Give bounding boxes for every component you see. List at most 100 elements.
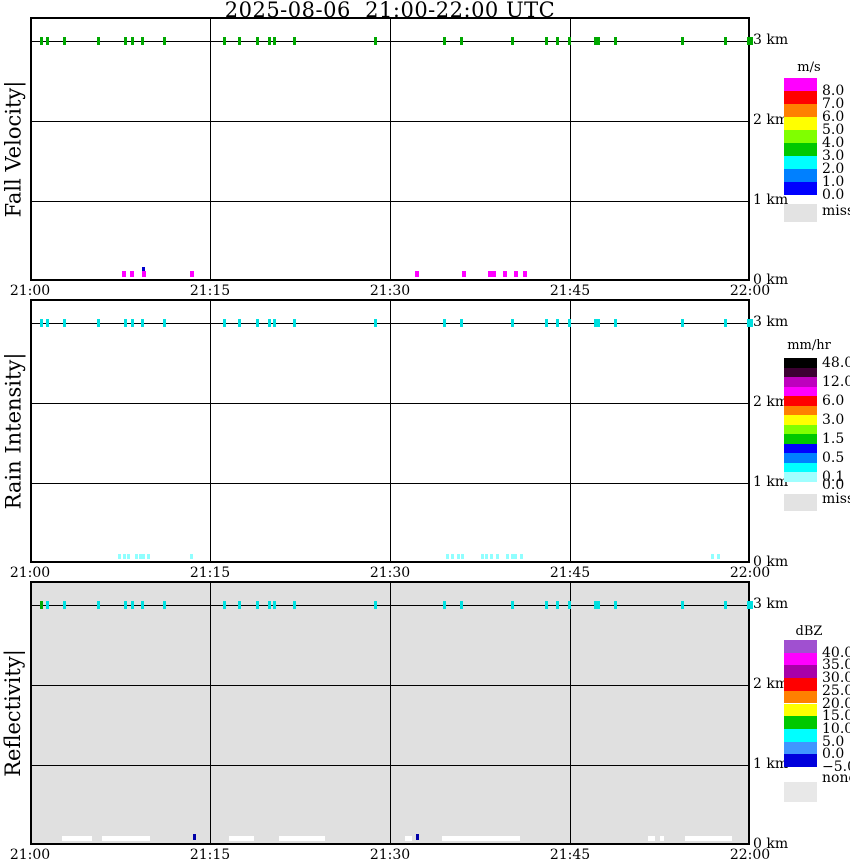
echo-near-3km — [238, 319, 242, 327]
altitude-tick-label: 3 km — [753, 596, 789, 612]
echo-near-3km — [272, 319, 276, 327]
echo-near-3km — [222, 37, 226, 45]
echo-near-3km — [272, 37, 276, 45]
surface-echoes-palecyan — [142, 554, 146, 560]
echo-near-3km — [568, 37, 572, 45]
colorbar-miss-label: miss — [822, 203, 850, 219]
colorbar-miss-block — [784, 204, 817, 222]
surface-no-echo-white — [405, 836, 413, 842]
plot-area-fall-velocity — [30, 17, 753, 281]
surface-echoes-palecyan — [480, 554, 484, 560]
colorbar-block — [784, 405, 817, 415]
gridline-vertical — [210, 19, 211, 279]
surface-echoes-magenta — [487, 270, 496, 277]
echo-near-3km — [510, 601, 514, 609]
surface-no-echo-white — [442, 836, 521, 842]
surface-echoes-palecyan — [450, 554, 454, 560]
surface-echoes-palecyan — [126, 554, 130, 560]
surface-echoes-magenta — [141, 270, 146, 277]
echo-near-3km — [724, 37, 728, 45]
colorbar-block — [784, 472, 817, 482]
colorbar-miss-label: miss — [822, 491, 850, 507]
echo-near-3km — [373, 319, 377, 327]
gridline-vertical — [390, 19, 391, 279]
echo-near-3km — [62, 601, 66, 609]
echo-near-3km — [222, 601, 226, 609]
surface-no-echo-white — [659, 836, 665, 842]
echo-near-3km — [293, 319, 297, 327]
surface-echoes-magenta — [462, 270, 466, 277]
gridline-horizontal — [32, 403, 748, 404]
echo-near-3km — [62, 37, 66, 45]
gridline-vertical — [570, 19, 571, 279]
echo-near-3km — [460, 37, 464, 45]
x-tick-label: 21:00 — [9, 283, 51, 299]
y-axis-label-rain-intensity: Rain Intensity| — [1, 352, 26, 510]
echo-near-3km — [373, 601, 377, 609]
colorbar-block — [784, 78, 817, 91]
colorbar-value-label: 12.0 — [822, 373, 850, 390]
colorbar-title-reflectivity: dBZ — [795, 624, 823, 639]
colorbar-miss-block — [784, 782, 817, 802]
surface-no-echo-white — [228, 836, 254, 842]
echo-near-3km — [268, 601, 272, 609]
colorbar-block — [784, 367, 817, 377]
echo-near-3km — [680, 601, 684, 609]
echo-near-3km — [162, 601, 166, 609]
colorbar-block — [784, 728, 817, 742]
gridline-horizontal — [32, 685, 748, 686]
echo-near-3km — [46, 601, 50, 609]
echo-near-3km — [460, 319, 464, 327]
echo-near-3km — [545, 37, 549, 45]
x-tick-label: 21:45 — [549, 847, 591, 863]
altitude-tick-label: 0 km — [753, 836, 789, 852]
y-axis-label-fall-velocity: Fall Velocity| — [1, 80, 25, 218]
echo-near-3km — [545, 601, 549, 609]
surface-echo-blue — [192, 834, 196, 840]
surface-echoes-magenta — [415, 270, 420, 277]
echo-near-3km — [293, 37, 297, 45]
colorbar-block — [784, 130, 817, 143]
gridline-horizontal — [32, 201, 748, 202]
x-tick-label: 21:30 — [369, 565, 411, 581]
gridline-vertical — [570, 583, 571, 843]
radar-profile-page: 2025-08-06 21:00-22:00 UTC Fall Velocity… — [0, 0, 850, 868]
colorbar-block — [784, 117, 817, 130]
colorbar-block — [784, 716, 817, 729]
colorbar-block — [784, 415, 817, 425]
surface-echoes-palecyan — [146, 554, 150, 560]
echo-near-3km — [545, 319, 549, 327]
colorbar-block — [784, 386, 817, 396]
colorbar-value-label: 1.5 — [822, 430, 845, 447]
surface-echoes-palecyan — [461, 554, 465, 560]
surface-echoes-palecyan — [505, 554, 509, 560]
altitude-tick-label: 3 km — [753, 314, 789, 330]
echo-near-3km — [594, 319, 601, 327]
surface-echoes-palecyan — [190, 554, 194, 560]
echo-near-3km — [373, 37, 377, 45]
surface-echoes-palecyan — [710, 554, 714, 560]
x-tick-label: 21:15 — [189, 283, 231, 299]
surface-echoes-palecyan — [122, 554, 126, 560]
echo-near-3km — [162, 319, 166, 327]
colorbar-block — [784, 169, 817, 182]
surface-echoes-palecyan — [485, 554, 489, 560]
echo-near-3km — [443, 319, 447, 327]
surface-no-echo-white — [101, 836, 150, 842]
gridline-vertical — [390, 301, 391, 561]
echo-near-3km — [46, 319, 50, 327]
colorbar-block — [784, 443, 817, 453]
colorbar-value-label: 0.5 — [822, 449, 845, 466]
echo-near-3km — [568, 601, 572, 609]
colorbar-value-label: 3.0 — [822, 411, 845, 428]
colorbar-miss-block — [784, 494, 817, 511]
gridline-horizontal — [32, 41, 748, 42]
echo-near-3km — [124, 319, 128, 327]
echo-near-3km — [443, 37, 447, 45]
gridline-vertical — [390, 583, 391, 843]
surface-echo-blue — [415, 834, 419, 840]
echo-near-3km — [680, 37, 684, 45]
echo-near-3km — [272, 601, 276, 609]
gridline-horizontal — [32, 483, 748, 484]
echo-near-3km — [131, 319, 135, 327]
